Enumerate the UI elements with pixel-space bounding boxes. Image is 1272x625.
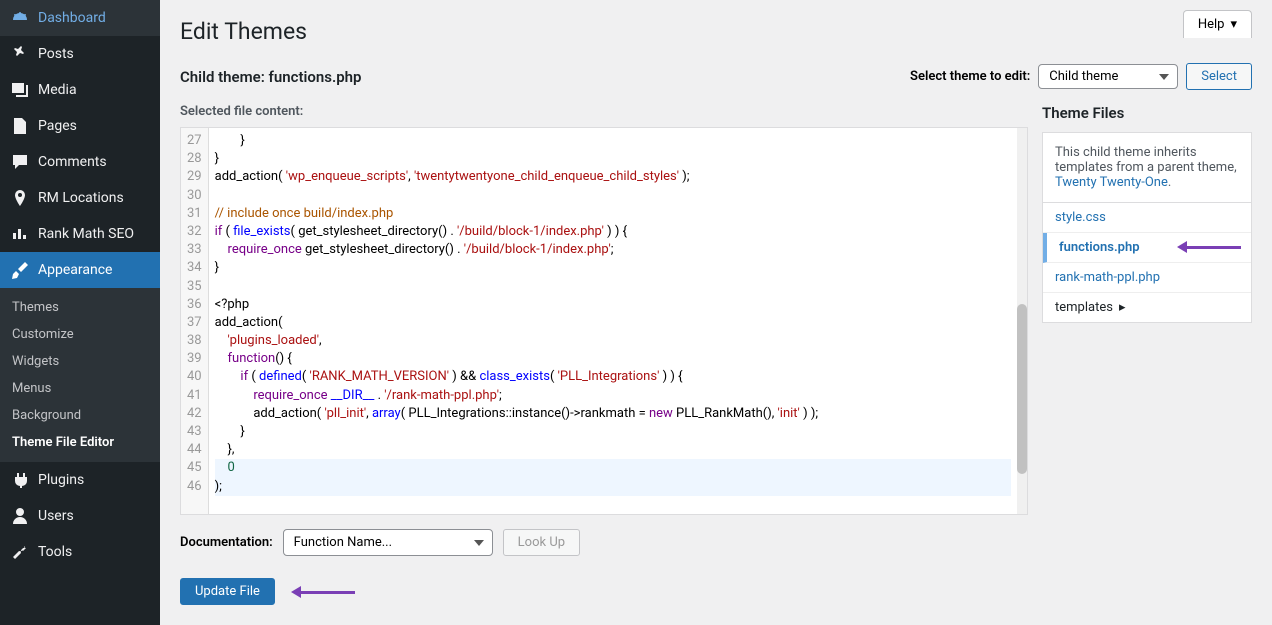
editor-scrollbar[interactable] — [1017, 128, 1027, 514]
help-button[interactable]: Help ▾ — [1183, 10, 1252, 38]
sidebar-item-users[interactable]: Users — [0, 498, 160, 534]
current-file-heading: Child theme: functions.php — [180, 68, 361, 86]
sidebar-sub-background[interactable]: Background — [0, 402, 160, 429]
sidebar-item-label: Plugins — [38, 472, 84, 488]
pin-icon — [10, 44, 30, 64]
sidebar-sub-widgets[interactable]: Widgets — [0, 348, 160, 375]
theme-files-list: style.cssfunctions.phprank-math-ppl.php — [1043, 203, 1251, 293]
theme-files-description: This child theme inherits templates from… — [1043, 133, 1251, 203]
sidebar-item-tools[interactable]: Tools — [0, 534, 160, 570]
sidebar-item-label: Comments — [38, 154, 107, 170]
sidebar-item-label: RM Locations — [38, 190, 124, 206]
sidebar-sub-customize[interactable]: Customize — [0, 321, 160, 348]
sidebar-item-label: Appearance — [38, 262, 112, 278]
sidebar-item-rm-locations[interactable]: RM Locations — [0, 180, 160, 216]
theme-files-title: Theme Files — [1042, 104, 1252, 122]
theme-file-style-css[interactable]: style.css — [1043, 203, 1251, 233]
function-select[interactable]: Function Name... — [283, 529, 493, 556]
chart-icon — [10, 224, 30, 244]
select-theme-label: Select theme to edit: — [910, 69, 1030, 84]
sidebar-item-label: Users — [38, 508, 74, 524]
templates-folder[interactable]: templates ▸ — [1043, 293, 1251, 322]
theme-file-rank-math-ppl-php[interactable]: rank-math-ppl.php — [1043, 263, 1251, 293]
help-label: Help — [1198, 17, 1225, 32]
arrow-annotation-icon — [1171, 243, 1241, 251]
sidebar-item-label: Posts — [38, 46, 74, 62]
sidebar-item-label: Pages — [38, 118, 77, 134]
select-button[interactable]: Select — [1186, 63, 1252, 90]
sidebar-item-pages[interactable]: Pages — [0, 108, 160, 144]
top-row: Child theme: functions.php Select theme … — [180, 63, 1252, 90]
chevron-right-icon: ▸ — [1119, 300, 1126, 315]
brush-icon — [10, 260, 30, 280]
arrow-annotation-icon — [285, 588, 355, 596]
update-file-button[interactable]: Update File — [180, 578, 275, 605]
theme-select-wrap: Select theme to edit: Child theme Select — [910, 63, 1252, 90]
sidebar-item-media[interactable]: Media — [0, 72, 160, 108]
content-area: Selected file content: 27282930313233343… — [180, 104, 1252, 605]
user-icon — [10, 506, 30, 526]
sidebar-item-plugins[interactable]: Plugins — [0, 462, 160, 498]
update-row: Update File — [180, 578, 1028, 605]
main-content: Help ▾ Edit Themes Child theme: function… — [160, 0, 1272, 625]
documentation-row: Documentation: Function Name... Look Up — [180, 529, 1028, 556]
admin-sidebar: Dashboard Posts Media Pages Comments RM Locat… — [0, 0, 160, 625]
page-icon — [10, 116, 30, 136]
dashboard-icon — [10, 8, 30, 28]
lookup-button[interactable]: Look Up — [503, 529, 580, 556]
sidebar-submenu: ThemesCustomizeWidgetsMenusBackgroundThe… — [0, 288, 160, 462]
sidebar-sub-themes[interactable]: Themes — [0, 294, 160, 321]
sidebar-item-posts[interactable]: Posts — [0, 36, 160, 72]
selected-file-label: Selected file content: — [180, 104, 1028, 119]
chevron-down-icon: ▾ — [1230, 17, 1237, 32]
page-title: Edit Themes — [180, 18, 1252, 45]
documentation-label: Documentation: — [180, 535, 273, 550]
media-icon — [10, 80, 30, 100]
line-gutter: 2728293031323334353637383940414243444546 — [181, 128, 209, 514]
editor-column: Selected file content: 27282930313233343… — [180, 104, 1028, 605]
sidebar-sub-menus[interactable]: Menus — [0, 375, 160, 402]
code-editor[interactable]: 2728293031323334353637383940414243444546… — [180, 127, 1028, 515]
plugin-icon — [10, 470, 30, 490]
code-lines[interactable]: }}add_action( 'wp_enqueue_scripts', 'twe… — [209, 128, 1017, 514]
sidebar-item-rank-math[interactable]: Rank Math SEO — [0, 216, 160, 252]
theme-files-column: Theme Files This child theme inherits te… — [1042, 104, 1252, 605]
sidebar-item-appearance[interactable]: Appearance — [0, 252, 160, 288]
sidebar-item-label: Dashboard — [38, 10, 106, 26]
sidebar-item-label: Media — [38, 82, 77, 98]
parent-theme-link[interactable]: Twenty Twenty-One — [1055, 175, 1168, 190]
tool-icon — [10, 542, 30, 562]
theme-select[interactable]: Child theme — [1038, 64, 1178, 89]
theme-file-functions-php[interactable]: functions.php — [1043, 233, 1251, 263]
scroll-thumb[interactable] — [1017, 304, 1027, 474]
sidebar-item-label: Rank Math SEO — [38, 226, 134, 242]
comment-icon — [10, 152, 30, 172]
sidebar-item-label: Tools — [38, 544, 72, 560]
sidebar-item-dashboard[interactable]: Dashboard — [0, 0, 160, 36]
theme-files-panel: This child theme inherits templates from… — [1042, 132, 1252, 323]
sidebar-item-comments[interactable]: Comments — [0, 144, 160, 180]
location-icon — [10, 188, 30, 208]
sidebar-sub-theme-file-editor[interactable]: Theme File Editor — [0, 429, 160, 456]
